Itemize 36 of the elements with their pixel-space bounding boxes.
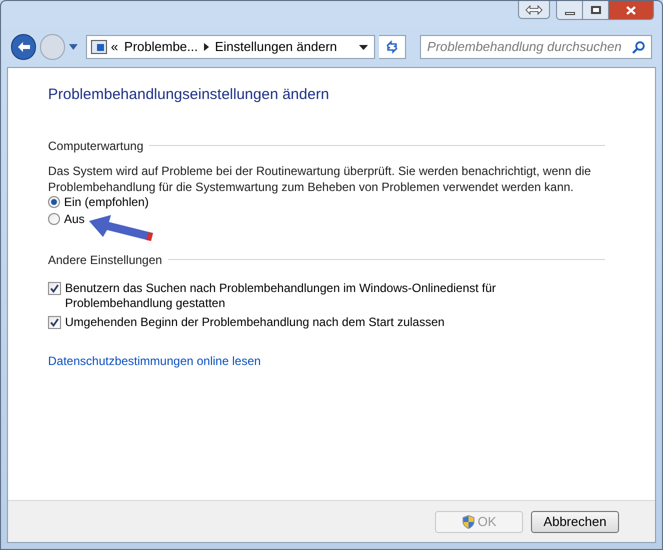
breadcrumb-arrow-icon[interactable] <box>204 43 209 51</box>
option-label[interactable]: Benutzern das Suchen nach Problembehandlungen im Windows-Onlinedienst für Problembehandlung gestatten <box>65 280 605 310</box>
section-heading: Andere Einstellungen <box>48 252 162 268</box>
cancel-button[interactable]: Abbrechen <box>531 510 619 532</box>
address-bar[interactable]: « Problembe... Einstellungen ändern <box>86 35 376 59</box>
double-arrow-icon <box>525 4 543 14</box>
close-icon <box>626 6 636 14</box>
overflow-chevron[interactable]: « <box>110 37 118 57</box>
folder-icon <box>90 40 107 54</box>
minimize-icon <box>564 12 574 14</box>
page-title: Problembehandlungseinstellungen ändern <box>48 85 330 105</box>
shield-icon <box>462 514 475 528</box>
checkbox[interactable] <box>48 316 61 328</box>
search-icon <box>632 40 645 54</box>
dropdown-arrow-icon[interactable] <box>359 44 368 50</box>
refresh-button[interactable] <box>379 35 406 59</box>
search-field[interactable]: Problembehandlung durchsuchen <box>420 35 652 59</box>
maximize-icon <box>590 6 600 14</box>
radio-button[interactable] <box>48 196 60 208</box>
option-label[interactable]: Umgehenden Beginn der Problembehandlung nach dem Start zulassen <box>65 314 455 330</box>
minimize-button[interactable] <box>557 1 583 19</box>
refresh-icon <box>385 40 400 54</box>
section-description: Das System wird auf Probleme bei der Routinewartung überprüft. Sie werden benachrichtigt, wenn die Problembehandlung für die Systemwartung zum Beheben von Problemen verwendet werden kann. <box>48 162 592 194</box>
back-button[interactable] <box>11 34 36 60</box>
option-label[interactable]: Aus <box>64 212 85 226</box>
maximize-button[interactable] <box>583 1 609 19</box>
breadcrumb-item[interactable]: Einstellungen ändern <box>214 37 338 57</box>
section-heading: Computerwartung <box>48 138 144 154</box>
privacy-link[interactable]: Datenschutzbestimmungen online lesen <box>48 352 261 370</box>
radio-button[interactable] <box>48 212 60 224</box>
breadcrumb-item[interactable]: Problembe... <box>124 37 198 57</box>
close-button[interactable] <box>609 1 653 19</box>
checkbox[interactable] <box>48 282 61 294</box>
back-arrow-icon <box>16 41 31 53</box>
option-label[interactable]: Ein (empfohlen) <box>64 194 149 210</box>
resize-button[interactable] <box>518 1 550 19</box>
